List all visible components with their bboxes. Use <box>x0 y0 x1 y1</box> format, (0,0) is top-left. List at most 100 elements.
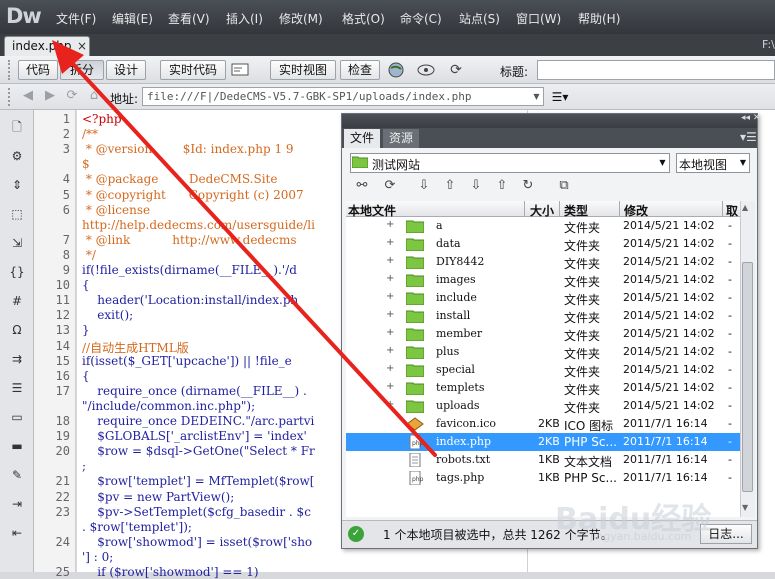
file-icon[interactable]: 🗋 <box>8 118 26 136</box>
check-in-icon[interactable]: ⇧ <box>492 177 512 195</box>
code-line[interactable]: * @copyright Copyright (c) 2007 <box>82 188 304 202</box>
live-code-button[interactable]: 实时代码 <box>160 60 226 80</box>
expand-toggle[interactable]: + <box>386 255 394 266</box>
format-icon[interactable]: ☰ <box>8 379 26 397</box>
browser-check-icon[interactable] <box>230 60 250 80</box>
hash-icon[interactable]: # <box>8 292 26 310</box>
menu-modify[interactable]: 修改(M) <box>279 10 323 27</box>
code-line[interactable]: . $row['templet']); <box>82 520 192 534</box>
code-line[interactable]: * @license <box>82 203 150 217</box>
code-line[interactable]: ; <box>82 459 86 473</box>
address-input[interactable]: file:///F|/DedeCMS-V5.7-GBK-SP1/uploads/… <box>142 87 544 106</box>
design-view-button[interactable]: 设计 <box>106 60 146 80</box>
collapse-icon[interactable]: ⇲ <box>8 234 26 252</box>
live-view-button[interactable]: 实时视图 <box>270 60 336 80</box>
scroll-down-icon[interactable]: ▼ <box>742 503 748 512</box>
code-line[interactable]: $pv->SetTemplet($cfg_basedir . $c <box>82 505 311 519</box>
menu-edit[interactable]: 编辑(E) <box>112 10 153 27</box>
code-line[interactable]: exit(); <box>82 308 133 322</box>
code-line[interactable]: */ <box>82 248 96 262</box>
code-line[interactable]: $row['templet'] = MfTemplet($row[ <box>82 474 314 488</box>
code-line[interactable]: * @link http://www.dedecms <box>82 233 297 247</box>
view-options-icon[interactable]: ☰▾ <box>550 88 570 106</box>
expand-toggle[interactable]: + <box>386 345 394 356</box>
code-line[interactable]: $GLOBALS['_arclistEnv'] = 'index' <box>82 429 307 443</box>
expand-toggle[interactable]: + <box>386 363 394 374</box>
expand-toggle[interactable]: + <box>386 219 394 230</box>
code-line[interactable]: { <box>82 278 90 292</box>
split-view-button[interactable]: 拆分 <box>60 60 104 80</box>
menu-help[interactable]: 帮助(H) <box>578 10 620 27</box>
gear-icon[interactable]: ⚙ <box>8 147 26 165</box>
put-files-icon[interactable]: ⇧ <box>440 177 460 195</box>
expand-toggle[interactable]: + <box>386 291 394 302</box>
code-line[interactable]: $ <box>82 157 90 171</box>
title-input[interactable] <box>537 60 775 80</box>
code-line[interactable]: $row = $dsql->GetOne("Select * Fr <box>82 444 315 458</box>
code-line[interactable]: if(!file_exists(dirname(__FILE__).'/d <box>82 263 297 277</box>
code-line[interactable]: <?php <box>82 112 122 126</box>
code-line[interactable]: "/include/common.inc.php"); <box>82 399 255 413</box>
code-line[interactable]: * @version $Id: index.php 1 9 <box>82 142 294 156</box>
tab-files[interactable]: 文件 <box>344 129 380 148</box>
panel-collapse-icon[interactable]: ◂◂ ✕ <box>741 113 760 123</box>
menu-window[interactable]: 窗口(W) <box>516 10 561 27</box>
expand-toggle[interactable]: + <box>386 309 394 320</box>
check-out-icon[interactable]: ⇩ <box>466 177 486 195</box>
expand-toggle[interactable]: + <box>386 237 394 248</box>
uncomment-icon[interactable]: ▬ <box>8 437 26 455</box>
code-line[interactable]: $row['showmod'] = isset($row['sho <box>82 535 312 549</box>
connect-icon[interactable]: ⚯ <box>352 177 372 195</box>
code-line[interactable]: { <box>82 369 90 383</box>
comment-icon[interactable]: ▭ <box>8 408 26 426</box>
code-line[interactable]: require_once (dirname(__FILE__) . <box>82 384 307 398</box>
code-line[interactable]: } <box>82 323 90 337</box>
document-tab[interactable]: index.php × <box>4 36 90 56</box>
get-files-icon[interactable]: ⇩ <box>414 177 434 195</box>
menu-file[interactable]: 文件(F) <box>56 10 96 27</box>
scrollbar-thumb[interactable] <box>742 262 753 492</box>
tab-assets[interactable]: 资源 <box>383 129 419 148</box>
refresh-icon[interactable]: ⟳ <box>380 177 400 195</box>
wrap-icon[interactable]: ⇉ <box>8 350 26 368</box>
expand-toggle[interactable]: + <box>386 381 394 392</box>
expand-toggle[interactable]: + <box>386 327 394 338</box>
code-line[interactable]: header('Location:install/index.ph <box>82 293 298 307</box>
scroll-up-icon[interactable]: ▲ <box>742 203 748 212</box>
menu-commands[interactable]: 命令(C) <box>400 10 442 27</box>
chevron-down-icon[interactable]: ▼ <box>655 153 670 173</box>
expand-panel-icon[interactable]: ⧉ <box>554 177 574 195</box>
visual-aids-icon[interactable] <box>416 60 436 80</box>
close-icon[interactable]: × <box>77 39 87 53</box>
address-dropdown-icon[interactable]: ▼ <box>530 88 543 105</box>
inspect-button[interactable]: 检查 <box>340 60 380 80</box>
refresh-icon[interactable]: ⟳ <box>446 60 466 80</box>
outdent-icon[interactable]: ⇤ <box>8 524 26 542</box>
code-view-button[interactable]: 代码 <box>18 60 58 80</box>
menu-insert[interactable]: 插入(I) <box>226 10 263 27</box>
select-icon[interactable]: ⬚ <box>8 205 26 223</box>
code-line[interactable]: http://help.dedecms.com/usersguide/li <box>82 218 315 232</box>
expand-toggle[interactable]: + <box>386 273 394 284</box>
code-line[interactable]: * @package DedeCMS.Site <box>82 172 278 186</box>
code-line[interactable]: if ($row['showmod'] == 1) <box>82 565 258 579</box>
back-icon[interactable]: ◀ <box>20 88 36 104</box>
menu-format[interactable]: 格式(O) <box>342 10 385 27</box>
code-line[interactable]: /** <box>82 127 98 141</box>
forward-icon[interactable]: ▶ <box>42 88 58 104</box>
brush-icon[interactable]: ✎ <box>8 466 26 484</box>
menu-site[interactable]: 站点(S) <box>459 10 500 27</box>
globe-icon[interactable] <box>386 60 406 80</box>
menu-view[interactable]: 查看(V) <box>168 10 210 27</box>
code-line[interactable]: if(isset($_GET['upcache']) || !file_e <box>82 354 292 368</box>
expand-toggle[interactable]: + <box>386 399 394 410</box>
home-icon[interactable]: ⌂ <box>86 88 102 104</box>
braces-icon[interactable]: {} <box>8 263 26 281</box>
synchronize-icon[interactable]: ↻ <box>518 177 538 195</box>
chevron-down-icon[interactable]: ▼ <box>736 153 750 173</box>
expand-icon[interactable]: ⇕ <box>8 176 26 194</box>
panel-menu-icon[interactable]: ▾☰ <box>740 130 757 144</box>
code-line[interactable]: require_once DEDEINC."/arc.partvi <box>82 414 314 428</box>
panel-titlebar[interactable] <box>342 114 757 128</box>
omega-icon[interactable]: Ω <box>8 321 26 339</box>
